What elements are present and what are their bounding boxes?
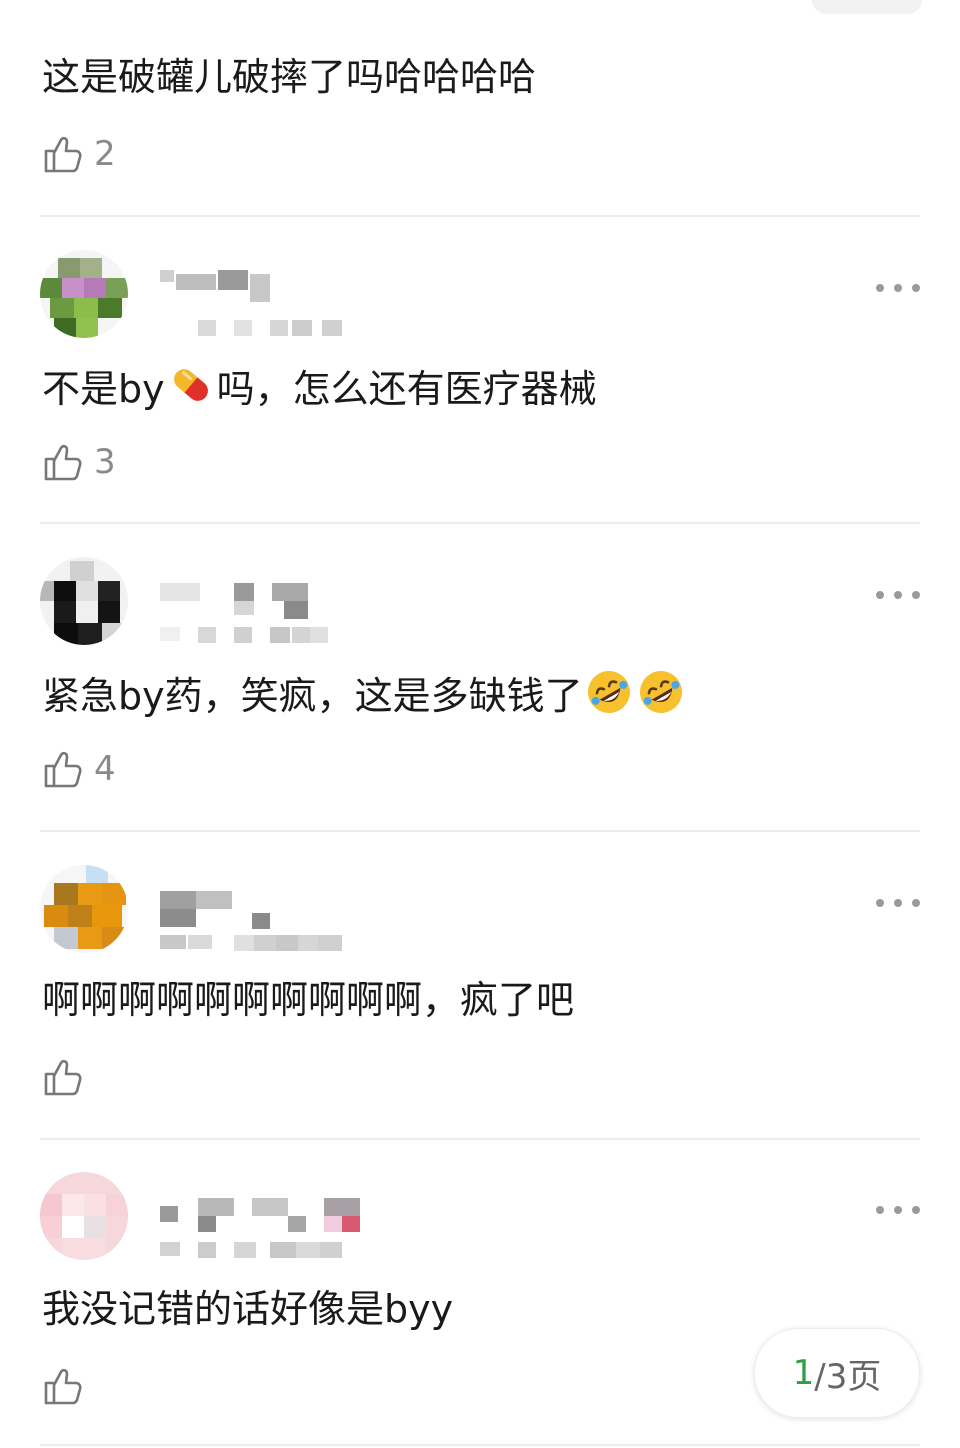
pill-emoji-icon <box>173 369 208 401</box>
username-redacted[interactable] <box>160 1182 390 1266</box>
comment-text: 不是by 吗，怎么还有医疗器械 <box>42 360 597 414</box>
more-options-button[interactable] <box>876 278 920 298</box>
username-redacted[interactable] <box>160 260 390 344</box>
page-indicator-button[interactable]: 1/3页 <box>754 1328 920 1418</box>
divider <box>40 1444 920 1446</box>
thumbs-up-icon <box>44 444 82 481</box>
comment-text: 紧急by药，笑疯，这是多缺钱了 <box>42 667 687 721</box>
like-button[interactable]: 3 <box>42 440 116 484</box>
more-dot-icon <box>876 1206 884 1214</box>
thumbs-up-icon <box>44 1368 82 1405</box>
rofl-emoji-icon <box>587 671 630 713</box>
more-options-button[interactable] <box>876 893 920 913</box>
avatar[interactable] <box>40 557 128 645</box>
divider <box>40 830 920 832</box>
page-total: /3页 <box>814 1356 882 1397</box>
more-dot-icon <box>912 1206 920 1214</box>
more-dot-icon <box>894 899 902 907</box>
thumbs-up-icon <box>44 136 82 173</box>
like-count: 3 <box>94 442 116 482</box>
comment-text: 啊啊啊啊啊啊啊啊啊啊，疯了吧 <box>42 978 575 1022</box>
more-dot-icon <box>912 591 920 599</box>
like-count: 4 <box>94 749 116 789</box>
rofl-emoji-icon <box>639 671 682 713</box>
more-dot-icon <box>894 284 902 292</box>
like-button[interactable]: 4 <box>42 747 116 791</box>
username-redacted[interactable] <box>160 875 390 959</box>
avatar[interactable] <box>40 865 128 953</box>
username-redacted[interactable] <box>160 567 390 651</box>
avatar[interactable] <box>40 250 128 338</box>
more-dot-icon <box>876 284 884 292</box>
comment-text-part: 不是by <box>42 367 165 411</box>
divider <box>40 215 920 217</box>
current-page: 1 <box>792 1353 815 1393</box>
like-button[interactable]: 2 <box>42 132 116 176</box>
more-dot-icon <box>894 1206 902 1214</box>
like-button[interactable] <box>42 1364 94 1408</box>
more-options-button[interactable] <box>876 1200 920 1220</box>
avatar[interactable] <box>40 1172 128 1260</box>
like-button[interactable] <box>42 1055 94 1099</box>
more-options-button[interactable] <box>876 585 920 605</box>
comment-text-part: 吗，怎么还有医疗器械 <box>216 367 597 411</box>
comment-text: 我没记错的话好像是byy <box>42 1287 454 1331</box>
like-count: 2 <box>94 134 116 174</box>
more-dot-icon <box>876 899 884 907</box>
comment-text-part: 紧急by药，笑疯，这是多缺钱了 <box>42 674 583 718</box>
divider <box>40 1138 920 1140</box>
more-dot-icon <box>876 591 884 599</box>
more-dot-icon <box>894 591 902 599</box>
comment-text: 这是破罐儿破摔了吗哈哈哈哈 <box>42 55 537 99</box>
more-dot-icon <box>912 899 920 907</box>
thumbs-up-icon <box>44 1059 82 1096</box>
thumbs-up-icon <box>44 751 82 788</box>
divider <box>40 522 920 524</box>
more-dot-icon <box>912 284 920 292</box>
top-pill-button[interactable] <box>812 0 922 14</box>
